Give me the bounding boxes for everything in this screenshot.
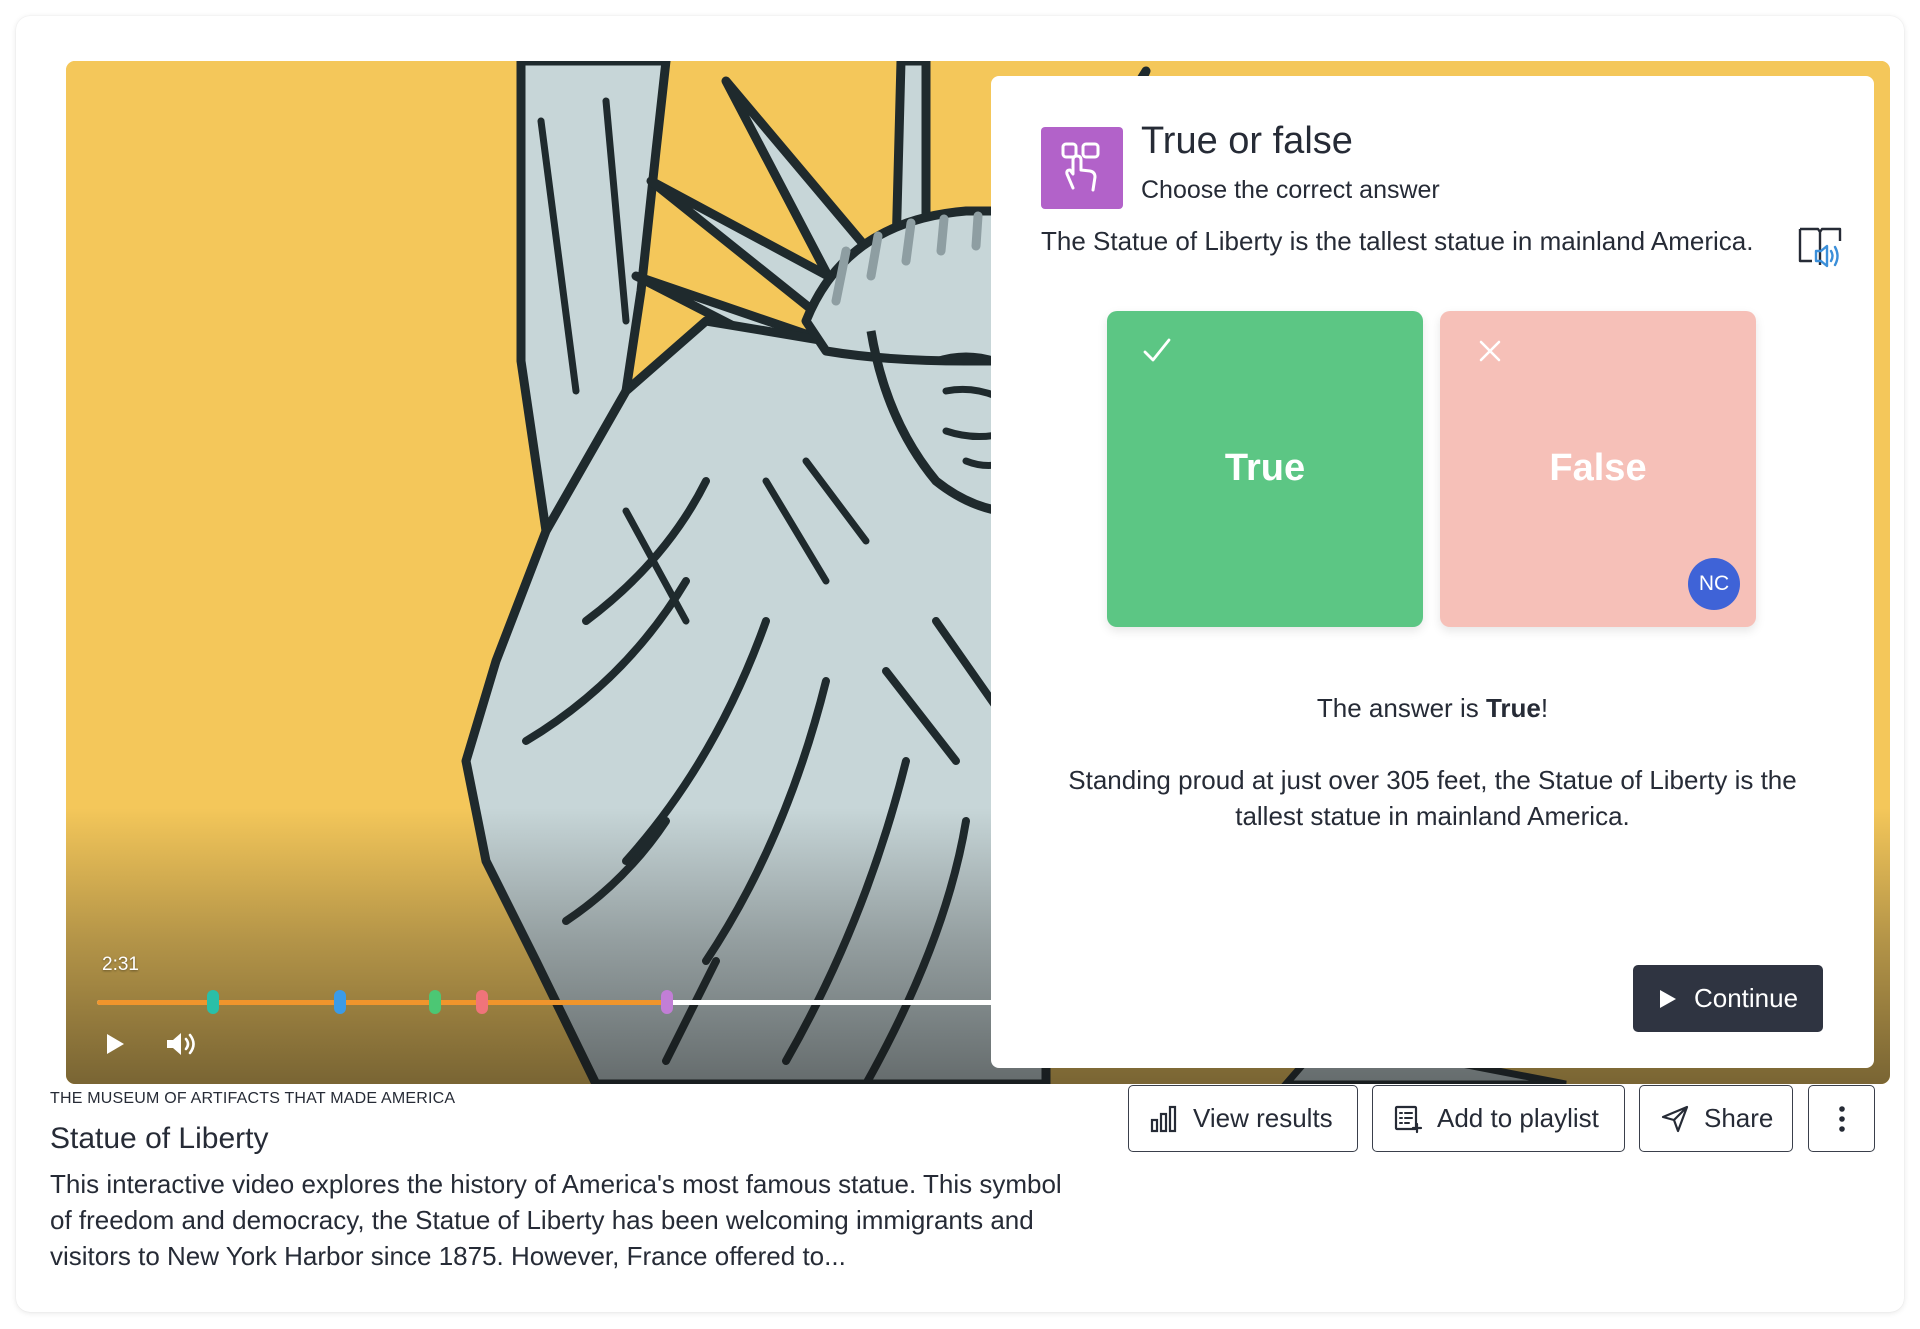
answer-value: True	[1485, 693, 1541, 723]
touch-select-icon	[1061, 142, 1100, 192]
progress-bar[interactable]	[97, 990, 1097, 1014]
playlist-add-icon	[1394, 1105, 1423, 1133]
play-icon	[1659, 989, 1676, 1008]
read-aloud-icon	[1798, 227, 1842, 268]
more-vertical-icon	[1838, 1105, 1845, 1132]
bar-chart-icon	[1150, 1105, 1177, 1132]
volume-icon	[167, 1033, 195, 1055]
more-options-button[interactable]	[1808, 1085, 1875, 1152]
current-time: 2:31	[102, 954, 139, 975]
video-description: This interactive video explores the hist…	[50, 1169, 1062, 1271]
volume-button[interactable]	[164, 1029, 200, 1059]
option-false-label: False	[1549, 447, 1647, 489]
play-button[interactable]	[100, 1029, 130, 1059]
answer-result: The answer is True!	[991, 693, 1874, 724]
continue-label: Continue	[1693, 983, 1799, 1013]
share-label: Share	[1704, 1103, 1774, 1133]
share-button[interactable]: Share	[1639, 1085, 1793, 1152]
share-send-icon	[1661, 1105, 1689, 1132]
question-subtitle: Choose the correct answer	[1141, 176, 1440, 204]
question-panel: True or false Choose the correct answer …	[991, 76, 1874, 1068]
answer-explanation: Standing proud at just over 305 feet, th…	[1068, 765, 1797, 831]
option-true-label: True	[1224, 447, 1306, 489]
chapter-marker[interactable]	[334, 990, 346, 1014]
continue-button[interactable]: Continue	[1633, 965, 1823, 1032]
view-results-button[interactable]: View results	[1128, 1085, 1358, 1152]
answer-suffix: !	[1540, 693, 1549, 723]
play-icon	[107, 1034, 124, 1054]
progress-played	[97, 1000, 672, 1005]
add-to-playlist-label: Add to playlist	[1437, 1103, 1599, 1133]
question-title: True or false	[1141, 120, 1353, 162]
video-card: 2:31 True or false Choose the correct an…	[16, 16, 1904, 1312]
video-player[interactable]: 2:31 True or false Choose the correct an…	[66, 61, 1890, 1084]
view-results-label: View results	[1193, 1103, 1333, 1133]
question-type-badge	[1041, 127, 1123, 209]
avatar: NC	[1688, 558, 1740, 610]
publisher-name[interactable]: THE MUSEUM OF ARTIFACTS THAT MADE AMERIC…	[50, 1090, 455, 1108]
read-aloud-button[interactable]	[1796, 221, 1848, 273]
video-title: Statue of Liberty	[50, 1122, 269, 1155]
chapter-marker[interactable]	[207, 990, 219, 1014]
checkmark-icon	[1143, 338, 1171, 362]
question-text: The Statue of Liberty is the tallest sta…	[1041, 226, 1754, 256]
x-icon	[1479, 340, 1501, 362]
chapter-marker[interactable]	[476, 990, 488, 1014]
chapter-marker[interactable]	[429, 990, 441, 1014]
add-to-playlist-button[interactable]: Add to playlist	[1372, 1085, 1625, 1152]
option-false[interactable]: False NC	[1440, 311, 1756, 627]
answer-prefix: The answer is	[1316, 693, 1486, 723]
option-true[interactable]: True	[1107, 311, 1423, 627]
chapter-marker[interactable]	[661, 990, 673, 1014]
